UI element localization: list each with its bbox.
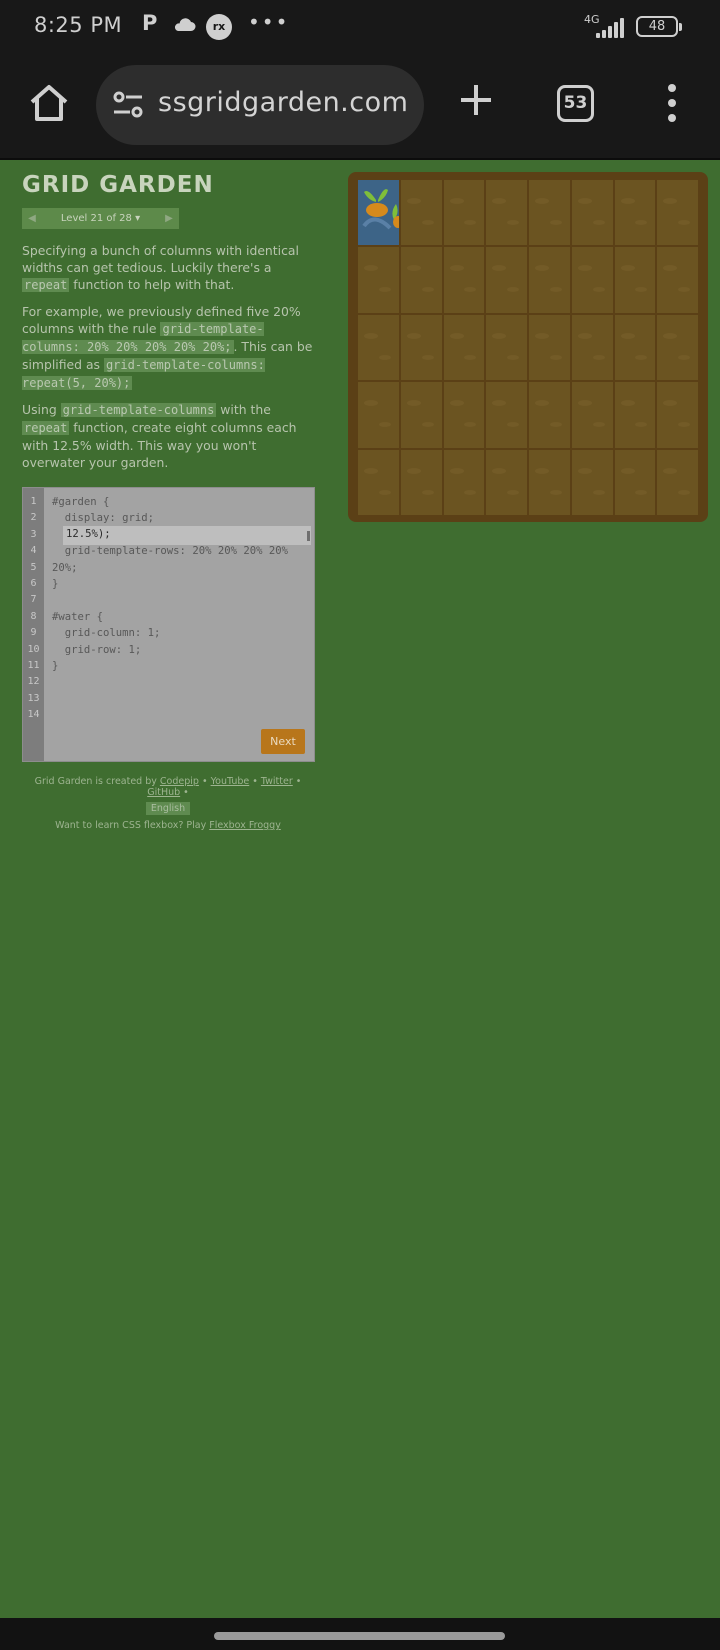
more-dots-icon: ••• — [248, 10, 290, 34]
garden-cell — [443, 449, 485, 515]
site-settings-icon[interactable] — [112, 91, 144, 119]
clock: 8:25 PM — [34, 13, 123, 37]
garden-cell — [443, 247, 485, 313]
new-tab-icon[interactable] — [457, 81, 495, 119]
garden-cell — [614, 449, 656, 515]
garden-cell — [400, 180, 442, 246]
next-level-arrow-icon[interactable]: ▶ — [159, 208, 179, 229]
navigation-bar — [0, 1618, 720, 1650]
garden-cell — [571, 449, 613, 515]
garden-cell — [358, 314, 399, 381]
garden-cell — [529, 382, 570, 448]
garden-cell — [657, 382, 698, 448]
tab-switcher-button[interactable]: 53 — [557, 85, 594, 122]
line-number-gutter: 1 2 3 4 5 6 7 8 9 10 11 12 13 14 — [23, 488, 44, 761]
garden-cell — [614, 247, 656, 313]
battery-icon: 48 — [636, 16, 682, 37]
garden-cell — [400, 314, 442, 381]
signal-icon — [592, 16, 626, 38]
codepip-link[interactable]: Codepip — [160, 776, 199, 787]
garden-cell — [443, 382, 485, 448]
garden-cell — [358, 449, 399, 515]
instructions: Specifying a bunch of columns with ident… — [22, 242, 317, 480]
css-answer-input[interactable]: 12.5%); — [63, 526, 311, 545]
github-link[interactable]: GitHub — [147, 787, 180, 798]
garden-cell — [529, 180, 570, 246]
froggy-promo: Want to learn CSS flexbox? Play Flexbox … — [55, 820, 281, 831]
garden-cell — [358, 382, 399, 448]
twitter-link[interactable]: Twitter — [261, 776, 293, 787]
garden-board — [348, 172, 708, 522]
garden-cell — [400, 449, 442, 515]
badge-icon: rx — [206, 14, 232, 40]
previous-level-arrow-icon[interactable]: ◀ — [22, 208, 42, 229]
garden-cell — [571, 247, 613, 313]
garden-cell — [657, 449, 698, 515]
instruction-paragraph-3: Using grid-template-columns with the rep… — [22, 402, 297, 470]
garden-cell — [486, 449, 527, 515]
p-icon: P — [142, 11, 158, 35]
garden-cell — [529, 449, 570, 515]
garden-cell — [614, 180, 656, 246]
garden-cell — [486, 382, 527, 448]
language-selector[interactable]: English — [145, 802, 191, 815]
garden-cell — [614, 382, 656, 448]
next-button[interactable]: Next — [261, 729, 305, 754]
garden-cell — [571, 382, 613, 448]
water-cell — [358, 180, 399, 246]
instruction-paragraph-1: Specifying a bunch of columns with ident… — [22, 243, 299, 292]
browser-menu-icon[interactable] — [664, 84, 680, 122]
page-title: GRID GARDEN — [22, 172, 214, 198]
css-editor: 1 2 3 4 5 6 7 8 9 10 11 12 13 14 #garden… — [22, 487, 315, 762]
level-indicator[interactable]: Level 21 of 28 ▾ — [61, 213, 140, 224]
instruction-paragraph-2: For example, we previously defined five … — [22, 304, 313, 390]
browser-toolbar: ssgridgarden.com 53 — [0, 56, 720, 160]
url-text[interactable]: ssgridgarden.com — [158, 87, 408, 118]
level-selector[interactable]: ◀ Level 21 of 28 ▾ ▶ — [22, 208, 179, 229]
flexbox-froggy-link[interactable]: Flexbox Froggy — [209, 820, 281, 831]
garden-cell — [400, 247, 442, 313]
garden-cell — [529, 247, 570, 313]
garden-cell — [443, 314, 485, 381]
garden-cell — [657, 180, 698, 246]
youtube-link[interactable]: YouTube — [211, 776, 250, 787]
footer: Grid Garden is created by Codepip • YouT… — [34, 776, 302, 815]
garden-cell — [657, 314, 698, 381]
garden-cell — [571, 180, 613, 246]
text-cursor — [307, 531, 310, 541]
garden-cell — [486, 180, 527, 246]
status-bar: 8:25 PM P rx ••• 4G 48 — [0, 0, 720, 56]
web-page: GRID GARDEN ◀ Level 21 of 28 ▾ ▶ Specify… — [0, 162, 720, 1618]
garden-cell — [657, 247, 698, 313]
gesture-handle[interactable] — [214, 1632, 505, 1640]
home-icon[interactable] — [26, 80, 72, 126]
garden-grid — [358, 180, 698, 515]
garden-cell — [400, 382, 442, 448]
garden-cell — [358, 247, 399, 313]
garden-cell — [486, 247, 527, 313]
cloud-icon — [174, 18, 196, 31]
garden-cell — [443, 180, 485, 246]
carrot-icon — [362, 189, 399, 230]
garden-cell — [486, 314, 527, 381]
garden-cell — [614, 314, 656, 381]
garden-cell — [529, 314, 570, 381]
address-bar[interactable]: ssgridgarden.com — [96, 65, 424, 145]
code-lines: #garden { display: grid; grid-template-r… — [52, 496, 288, 672]
garden-cell — [571, 314, 613, 381]
